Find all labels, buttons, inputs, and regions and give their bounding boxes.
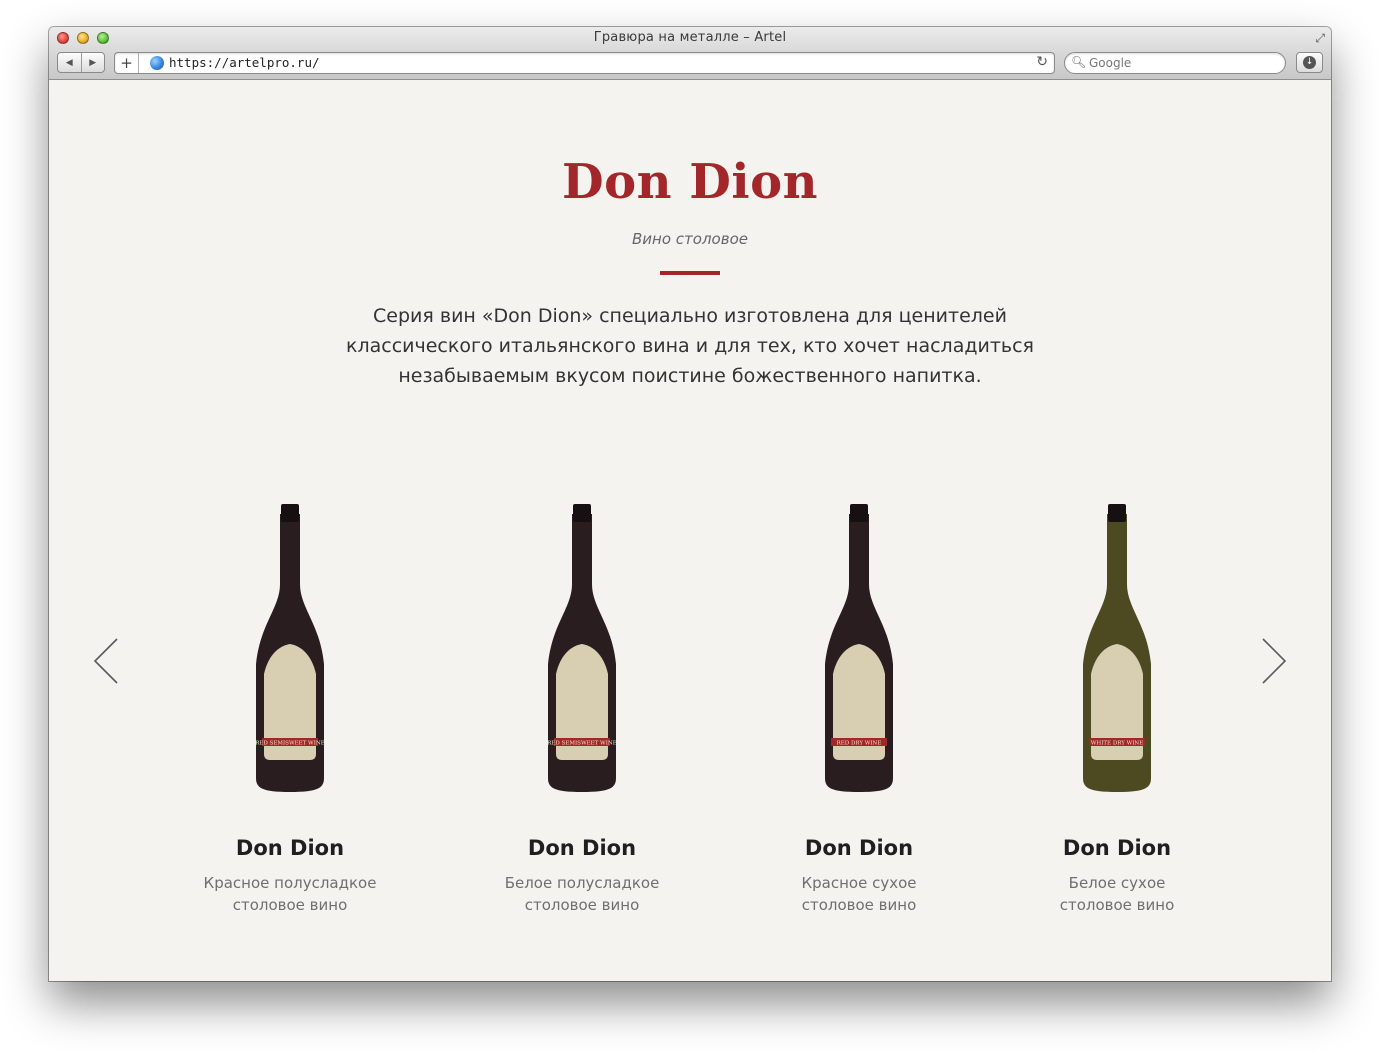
- product-description: Красное сухое столовое вино: [744, 872, 974, 916]
- product-name[interactable]: Don Dion: [467, 836, 697, 860]
- page-title: Don Dion: [561, 154, 819, 210]
- search-icon[interactable]: 🔍︎: [1071, 55, 1086, 69]
- product-desc-line2: столовое вино: [1059, 896, 1175, 914]
- browser-toolbar: Гравюра на металле – Artel ⤢ ◀ ▶ + https…: [49, 27, 1331, 80]
- history-nav: ◀ ▶: [57, 52, 105, 73]
- download-icon: ↓: [1303, 56, 1316, 69]
- product-card[interactable]: RED SEMISWEET WINE Don Dion Красное полу…: [175, 502, 405, 916]
- page-subtitle: Вино столовое: [632, 230, 748, 248]
- product-desc-line1: Белое сухое: [1068, 874, 1166, 892]
- forward-button[interactable]: ▶: [82, 53, 105, 72]
- downloads-button[interactable]: ↓: [1296, 52, 1323, 73]
- window-title: Гравюра на металле – Artel: [593, 30, 787, 45]
- product-desc-line2: столовое вино: [524, 896, 640, 914]
- product-name[interactable]: Don Dion: [744, 836, 974, 860]
- product-name[interactable]: Don Dion: [175, 836, 405, 860]
- address-bar[interactable]: + https://artelpro.ru/ ↻: [114, 52, 1055, 74]
- reload-icon[interactable]: ↻: [1036, 54, 1048, 70]
- product-card[interactable]: RED SEMISWEET WINE Don Dion Белое полусл…: [467, 502, 697, 916]
- fullscreen-icon[interactable]: ⤢: [1315, 31, 1325, 46]
- wine-bottle-image[interactable]: RED SEMISWEET WINE: [240, 502, 340, 794]
- wine-bottle-image[interactable]: RED SEMISWEET WINE: [532, 502, 632, 794]
- chevron-right-icon[interactable]: [1257, 637, 1287, 685]
- search-input[interactable]: [1089, 54, 1279, 72]
- product-description: Белое полусладкое столовое вино: [467, 872, 697, 916]
- intro-text: Серия вин «Don Dion» специально изготовл…: [346, 305, 1034, 387]
- title-divider: [660, 271, 720, 275]
- product-card[interactable]: WHITE DRY WINE Don Dion Белое сухое стол…: [1002, 502, 1232, 916]
- search-field[interactable]: 🔍︎: [1064, 52, 1286, 74]
- svg-text:RED SEMISWEET WINE: RED SEMISWEET WINE: [547, 741, 616, 747]
- wine-bottle-image[interactable]: WHITE DRY WINE: [1067, 502, 1167, 794]
- url-text[interactable]: https://artelpro.ru/: [169, 55, 320, 70]
- globe-icon: [150, 56, 164, 70]
- product-name[interactable]: Don Dion: [1002, 836, 1232, 860]
- svg-text:WHITE DRY WINE: WHITE DRY WINE: [1091, 741, 1143, 747]
- svg-text:RED SEMISWEET WINE: RED SEMISWEET WINE: [255, 741, 324, 747]
- wine-bottle-image[interactable]: RED DRY WINE: [809, 502, 909, 794]
- product-description: Белое сухое столовое вино: [1002, 872, 1232, 916]
- add-bookmark-button[interactable]: +: [115, 53, 139, 73]
- product-card[interactable]: RED DRY WINE Don Dion Красное сухое стол…: [744, 502, 974, 916]
- product-desc-line2: столовое вино: [232, 896, 348, 914]
- back-button[interactable]: ◀: [58, 53, 82, 72]
- svg-text:RED DRY WINE: RED DRY WINE: [837, 741, 882, 747]
- browser-window: Гравюра на металле – Artel ⤢ ◀ ▶ + https…: [49, 27, 1331, 981]
- product-desc-line1: Красное сухое: [801, 874, 917, 892]
- product-desc-line1: Красное полусладкое: [203, 874, 377, 892]
- product-desc-line2: столовое вино: [801, 896, 917, 914]
- product-desc-line1: Белое полусладкое: [504, 874, 660, 892]
- product-description: Красное полусладкое столовое вино: [175, 872, 405, 916]
- page-content: Don Dion Вино столовое Серия вин «Don Di…: [49, 80, 1331, 981]
- chevron-left-icon[interactable]: [93, 637, 123, 685]
